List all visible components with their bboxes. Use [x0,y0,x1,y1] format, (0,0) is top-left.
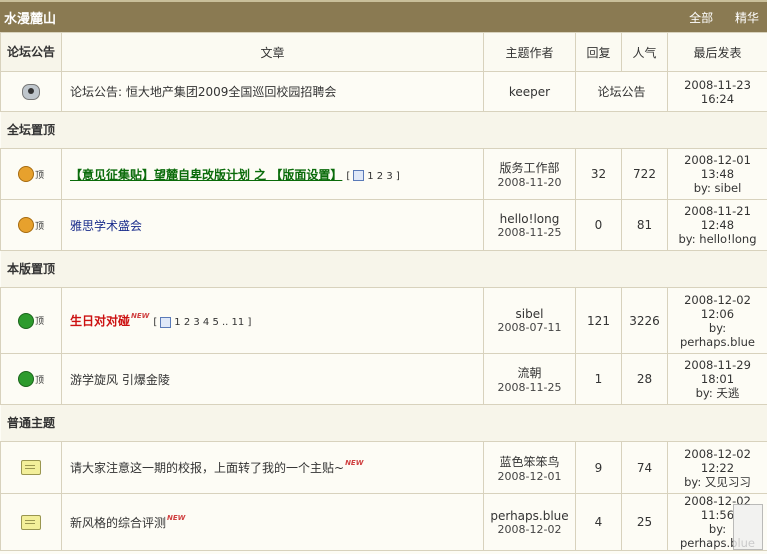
last-poster[interactable]: by: sibel [672,181,763,195]
table-row: 顶 游学旋风 引爆金陵 流朝 2008-11-25 1 28 2008-11-29… [0,353,767,405]
section-normal: 普通主题 [0,404,767,442]
topic-author[interactable]: 版务工作部 [488,159,571,176]
table-row: 顶 雅思学术盛会 hello!long 2008-11-25 0 81 2008-… [0,199,767,251]
announcement-author[interactable]: keeper [483,71,576,112]
board-pin-icon [17,312,34,329]
last-poster[interactable]: by: hello!long [672,232,763,246]
table-row: 请大家注意这一期的校报，上面转了我的一个主贴~NEW 蓝色笨笨鸟 2008-12-… [0,441,767,494]
page-links[interactable]: [1 2 3 4 5 .. 11 ] [153,316,251,328]
table-row: 顶 生日对对碰NEW[1 2 3 4 5 .. 11 ] sibel 2008-0… [0,287,767,354]
forum-titlebar: 水漫麓山 全部 精华 [0,0,767,32]
multipage-icon [160,316,172,328]
last-poster[interactable]: by: perhaps.blue [672,321,763,349]
table-row: 新风格的综合评测NEW perhaps.blue 2008-12-02 4 25 … [0,493,767,551]
topic-link[interactable]: 新风格的综合评测 [70,516,166,530]
announcement-last: 2008-11-23 16:24 [667,71,767,112]
section-normal-label: 普通主题 [0,404,62,442]
topic-author[interactable]: hello!long [488,212,571,226]
topic-views: 74 [621,441,668,494]
topic-replies: 121 [575,287,622,354]
topic-link[interactable]: 雅思学术盛会 [70,219,142,233]
link-digest[interactable]: 精华 [735,11,759,25]
header-author: 主题作者 [483,32,576,72]
topic-author[interactable]: 流朝 [488,364,571,381]
global-pin-icon [17,166,34,182]
announcement-icon [22,83,40,100]
new-badge: NEW [167,513,186,522]
topic-views: 25 [621,493,668,551]
multipage-icon [353,170,365,181]
topic-author[interactable]: sibel [488,307,571,321]
header-title: 文章 [61,32,484,72]
topic-link[interactable]: 请大家注意这一期的校报，上面转了我的一个主贴~ [70,461,344,475]
topic-link[interactable]: 【意见征集贴】望麓自卑改版计划 之 【版面设置】 [70,168,342,182]
last-poster[interactable]: by: 又见习习 [672,475,763,489]
announcement-row: 论坛公告: 恒大地产集团2009全国巡回校园招聘会 keeper 论坛公告 20… [0,71,767,112]
normal-topic-icon [21,514,41,530]
topic-table: 论坛公告 文章 主题作者 回复 人气 最后发表 论坛公告: 恒大地产集团2009… [0,32,767,551]
watermark-logo [733,504,763,550]
topic-author[interactable]: 蓝色笨笨鸟 [488,453,571,470]
normal-topic-icon [21,460,41,475]
topic-replies: 4 [575,493,622,551]
announcement-link[interactable]: 论坛公告: 恒大地产集团2009全国巡回校园招聘会 [70,85,336,99]
board-pin-icon [17,371,34,387]
global-pin-icon [17,217,34,233]
topic-replies: 32 [575,148,622,200]
topic-link[interactable]: 游学旋风 引爆金陵 [70,373,170,387]
section-board-label: 本版置顶 [0,250,62,288]
announcement-label: 论坛公告 [575,71,668,112]
topic-replies: 1 [575,353,622,405]
topic-author[interactable]: perhaps.blue [488,509,571,523]
section-board: 本版置顶 [0,250,767,288]
header-section: 论坛公告 [0,32,62,72]
last-poster[interactable]: by: 夭逃 [672,386,763,400]
section-global-label: 全坛置顶 [0,111,62,149]
header-row: 论坛公告 文章 主题作者 回复 人气 最后发表 [0,32,767,72]
topic-views: 81 [621,199,668,251]
topic-views: 722 [621,148,668,200]
topic-replies: 0 [575,199,622,251]
new-badge: NEW [345,459,364,467]
topic-replies: 9 [575,441,622,494]
header-views: 人气 [621,32,668,72]
topic-views: 28 [621,353,668,405]
link-all[interactable]: 全部 [689,11,713,25]
new-badge: NEW [131,312,150,320]
section-global: 全坛置顶 [0,111,767,149]
table-row: 顶 【意见征集贴】望麓自卑改版计划 之 【版面设置】[1 2 3 ] 版务工作部… [0,148,767,200]
topic-views: 3226 [621,287,668,354]
forum-name: 水漫麓山 [4,11,57,27]
header-last-post: 最后发表 [667,32,767,72]
header-replies: 回复 [575,32,622,72]
topic-link[interactable]: 生日对对碰 [70,314,130,328]
page-links[interactable]: [1 2 3 ] [346,170,400,182]
